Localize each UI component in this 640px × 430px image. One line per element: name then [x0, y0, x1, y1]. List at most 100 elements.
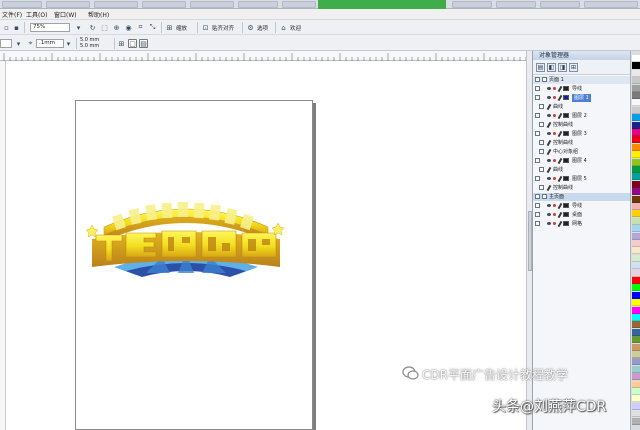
color-swatch[interactable]: [632, 306, 640, 314]
show-properties-icon[interactable]: ▤: [536, 63, 545, 72]
printable-icon[interactable]: [553, 87, 556, 90]
3d-text-artwork[interactable]: [86, 199, 286, 284]
expand-toggle-icon[interactable]: [539, 149, 544, 154]
color-swatch[interactable]: [632, 69, 640, 77]
layer-name[interactable]: 曲线: [553, 103, 563, 111]
menu-help[interactable]: 帮助(H): [88, 10, 109, 19]
layer-name[interactable]: 导线: [572, 85, 582, 93]
layer-row[interactable]: 曲线: [533, 103, 631, 111]
open-icon[interactable]: ▪: [12, 23, 21, 32]
expand-toggle-icon[interactable]: [535, 113, 540, 118]
zoom-button[interactable]: 缩放: [176, 24, 187, 32]
color-swatch[interactable]: [632, 143, 640, 151]
new-layer-icon[interactable]: ⊞: [569, 63, 578, 72]
layer-name[interactable]: 图层 5: [572, 175, 587, 183]
printable-icon[interactable]: [553, 114, 556, 117]
layer-row[interactable]: 图层 5: [533, 175, 631, 183]
editable-pencil-icon[interactable]: [557, 85, 563, 93]
outline-width-combo[interactable]: .1mm: [36, 39, 64, 48]
color-swatch[interactable]: [632, 254, 640, 262]
layer-color-swatch[interactable]: [563, 86, 569, 91]
layer-color-swatch[interactable]: [563, 95, 569, 100]
layer-name[interactable]: 图层 1: [572, 94, 591, 102]
editable-pencil-icon[interactable]: [557, 220, 563, 228]
layer-row[interactable]: 页面 1: [533, 76, 631, 84]
editable-pencil-icon[interactable]: [557, 211, 563, 219]
taskbar-item[interactable]: [496, 1, 536, 8]
editable-pencil-icon[interactable]: [557, 112, 563, 120]
color-swatch[interactable]: [632, 351, 640, 358]
taskbar-active-item[interactable]: [318, 0, 446, 9]
layer-name[interactable]: 控制曲线: [553, 184, 573, 192]
visibility-eye-icon[interactable]: [547, 159, 551, 162]
color-swatch[interactable]: [632, 232, 640, 240]
color-swatch[interactable]: [632, 151, 640, 159]
color-swatch[interactable]: [632, 158, 640, 166]
layer-row[interactable]: 中心对象组: [533, 148, 631, 156]
layer-name[interactable]: 中心对象组: [553, 148, 578, 156]
chevron-down-icon[interactable]: ▾: [64, 39, 73, 48]
color-swatch[interactable]: [632, 62, 640, 70]
welcome-button[interactable]: 欢迎: [290, 24, 301, 32]
color-swatch[interactable]: [632, 203, 640, 210]
color-swatch[interactable]: [632, 92, 640, 99]
color-swatch[interactable]: [632, 269, 640, 277]
refresh-icon[interactable]: ↻: [88, 23, 97, 32]
layer-row[interactable]: 图层 1: [533, 94, 631, 102]
color-swatch[interactable]: [632, 195, 640, 203]
taskbar-item[interactable]: [540, 1, 580, 8]
expand-toggle-icon[interactable]: [535, 131, 540, 136]
layer-name[interactable]: 页面 1: [549, 76, 564, 84]
layer-color-swatch[interactable]: [563, 212, 569, 217]
crop-icon[interactable]: ⌗: [136, 23, 145, 32]
editable-pencil-icon[interactable]: [557, 157, 563, 165]
color-swatch[interactable]: [632, 291, 640, 299]
taskbar-item[interactable]: [238, 1, 278, 8]
layer-row[interactable]: 主页面: [533, 193, 631, 201]
taskbar-item[interactable]: [282, 1, 316, 8]
visibility-eye-icon[interactable]: [547, 87, 551, 90]
layer-row[interactable]: 图层 2: [533, 112, 631, 120]
zoom-level-combo[interactable]: 75%: [30, 23, 70, 32]
color-swatch[interactable]: [632, 284, 640, 292]
expand-toggle-icon[interactable]: [539, 104, 544, 109]
layer-color-swatch[interactable]: [563, 113, 569, 118]
layer-color-swatch[interactable]: [563, 203, 569, 208]
printable-icon[interactable]: [553, 96, 556, 99]
printable-icon[interactable]: [553, 213, 556, 216]
color-swatch[interactable]: [632, 336, 640, 344]
snap-grid-icon[interactable]: ⊞: [117, 39, 126, 48]
layer-name[interactable]: 导线: [572, 202, 582, 210]
units-combo[interactable]: [0, 39, 12, 48]
color-swatch[interactable]: [632, 77, 640, 85]
welcome-icon[interactable]: ⌂: [279, 23, 288, 32]
expand-toggle-icon[interactable]: [539, 140, 544, 145]
color-swatch[interactable]: [632, 99, 640, 107]
color-swatch[interactable]: [632, 173, 640, 181]
layer-color-swatch[interactable]: [563, 221, 569, 226]
layer-name[interactable]: 图层 2: [572, 112, 587, 120]
layer-name[interactable]: 曲线: [553, 166, 563, 174]
editable-pencil-icon[interactable]: [557, 175, 563, 183]
color-swatch[interactable]: [632, 314, 640, 321]
taskbar-item[interactable]: [94, 1, 138, 8]
layer-row[interactable]: 控制曲线: [533, 184, 631, 192]
printable-icon[interactable]: [553, 159, 556, 162]
taskbar-item[interactable]: [452, 1, 492, 8]
expand-toggle-icon[interactable]: [539, 185, 544, 190]
visibility-eye-icon[interactable]: [547, 96, 551, 99]
color-swatch[interactable]: [632, 217, 640, 225]
color-swatch[interactable]: [632, 136, 640, 144]
color-swatch[interactable]: [632, 321, 640, 329]
visibility-eye-icon[interactable]: [547, 213, 551, 216]
layer-row[interactable]: 控制曲线: [533, 139, 631, 147]
editable-pencil-icon[interactable]: [557, 130, 563, 138]
zoom-tool-icon[interactable]: ⊞: [165, 23, 174, 32]
layer-name[interactable]: 控制曲线: [553, 121, 573, 129]
options-icon[interactable]: ⚙: [246, 23, 255, 32]
taskbar-item[interactable]: [46, 1, 90, 8]
color-swatch[interactable]: [632, 121, 640, 129]
expand-toggle-icon[interactable]: [535, 77, 540, 82]
expand-toggle-icon[interactable]: [535, 86, 540, 91]
chevron-down-icon[interactable]: ▾: [14, 39, 23, 48]
